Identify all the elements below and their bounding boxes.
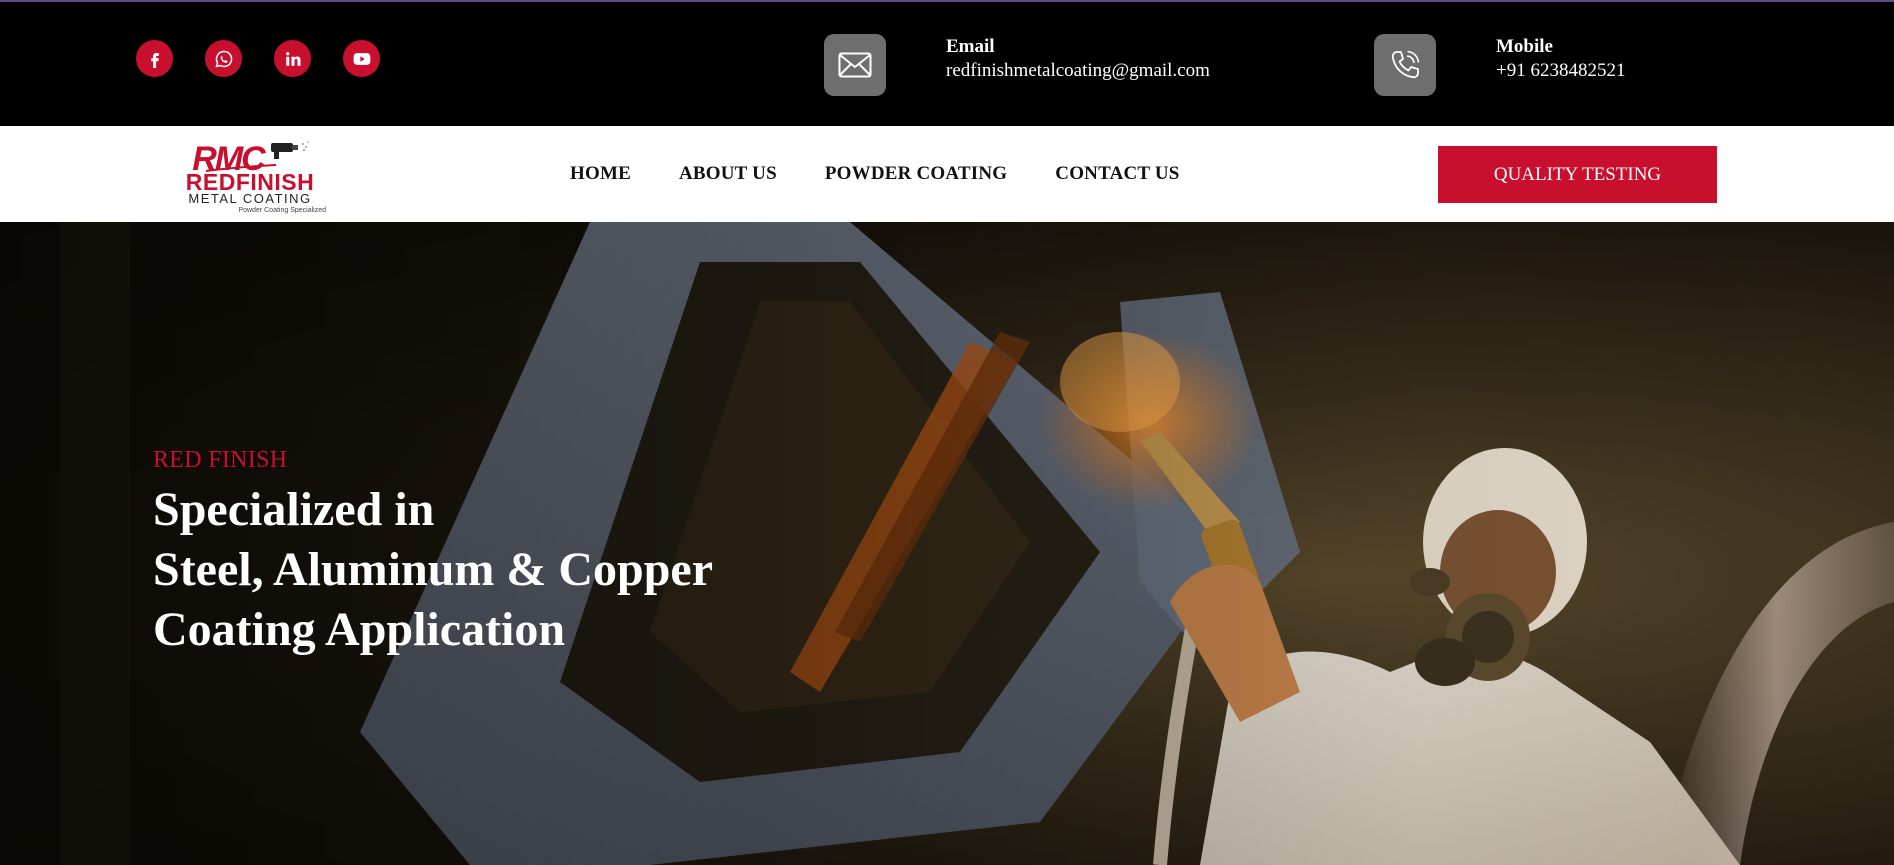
main-navbar: RMC REDFINISH METAL COATING Powder Coati…	[0, 126, 1894, 222]
mobile-number-link[interactable]: +91 6238482521	[1496, 60, 1625, 81]
nav-contact-us[interactable]: CONTACT US	[1055, 163, 1179, 185]
whatsapp-icon	[214, 50, 232, 68]
mobile-contact: Mobile +91 6238482521	[1496, 36, 1625, 84]
youtube-link[interactable]	[343, 40, 380, 77]
youtube-icon	[353, 52, 370, 65]
spray-gun-icon	[271, 141, 309, 159]
social-links	[136, 40, 380, 77]
logo-subname: METAL COATING	[188, 191, 311, 206]
nav-home[interactable]: HOME	[570, 163, 631, 185]
hero-heading-line-1: Specialized in	[153, 483, 435, 536]
top-contact-bar: Email redfinishmetalcoating@gmail.com Mo…	[0, 0, 1894, 126]
whatsapp-link[interactable]	[205, 40, 242, 77]
linkedin-link[interactable]	[274, 40, 311, 77]
hero-heading-line-2: Steel, Aluminum & Copper	[153, 543, 714, 596]
nav-links: HOME ABOUT US POWDER COATING CONTACT US	[570, 126, 1180, 222]
mobile-label: Mobile	[1496, 36, 1553, 57]
hero-heading: Specialized in Steel, Aluminum & Copper …	[153, 480, 713, 660]
hero-text-block: RED FINISH Specialized in Steel, Aluminu…	[153, 446, 713, 660]
email-label: Email	[946, 36, 995, 57]
hero-banner: RED FINISH Specialized in Steel, Aluminu…	[0, 222, 1894, 865]
phone-icon-box	[1374, 34, 1436, 96]
facebook-link[interactable]	[136, 40, 173, 77]
site-logo[interactable]: RMC REDFINISH METAL COATING Powder Coati…	[166, 135, 336, 215]
logo-tagline: Powder Coating Specialized	[238, 207, 326, 214]
email-address-link[interactable]: redfinishmetalcoating@gmail.com	[946, 60, 1210, 81]
email-contact: Email redfinishmetalcoating@gmail.com	[946, 36, 1210, 84]
hero-eyebrow: RED FINISH	[153, 447, 288, 473]
quality-testing-button[interactable]: QUALITY TESTING	[1438, 146, 1717, 203]
envelope-icon	[838, 52, 872, 78]
phone-icon	[1391, 50, 1420, 79]
redfinish-logo: RMC REDFINISH METAL COATING Powder Coati…	[186, 140, 326, 214]
email-icon-box	[824, 34, 886, 96]
linkedin-icon	[285, 51, 300, 66]
hero-heading-line-3: Coating Application	[153, 603, 566, 656]
nav-about-us[interactable]: ABOUT US	[679, 163, 777, 185]
nav-powder-coating[interactable]: POWDER COATING	[825, 163, 1007, 185]
facebook-icon	[150, 52, 159, 68]
